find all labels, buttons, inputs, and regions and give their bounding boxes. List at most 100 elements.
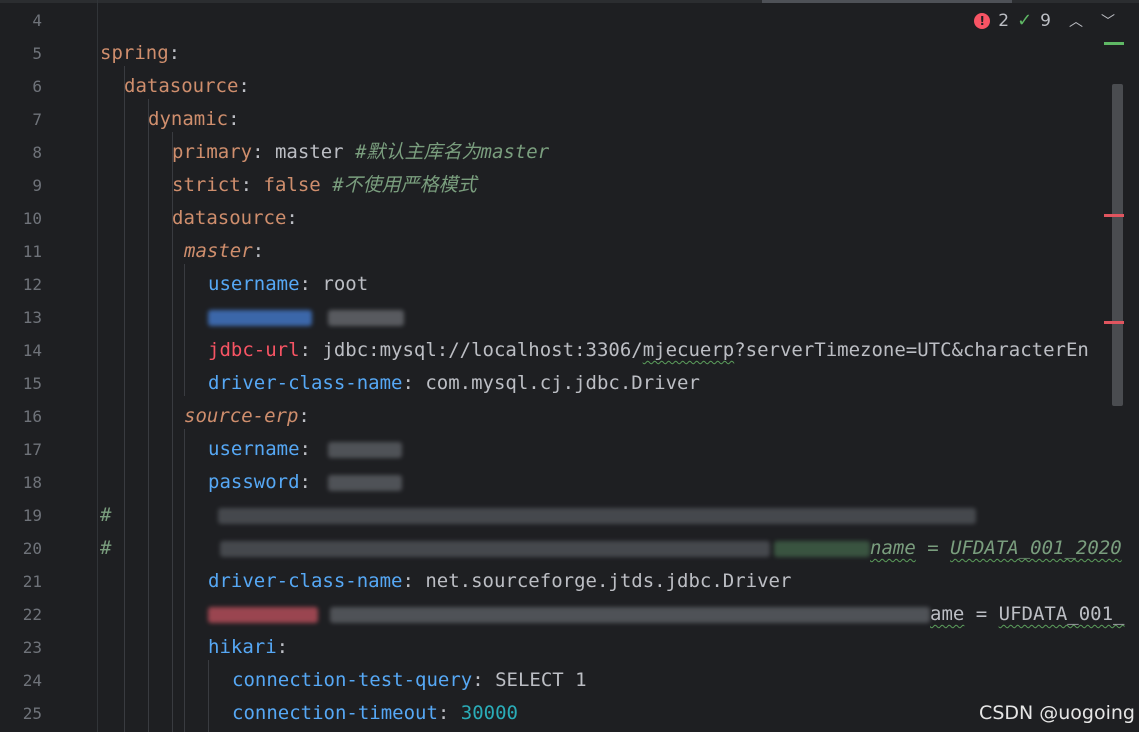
yaml-value: ?serverTimezone=UTC&characterEn: [734, 339, 1089, 361]
code-line[interactable]: 23 hikari:: [0, 631, 1139, 664]
yaml-key: jdbc-url: [208, 339, 300, 361]
yaml-key: datasource: [124, 75, 239, 97]
double-check-icon: ✓: [1017, 10, 1033, 31]
scrollbar-ok-marker: [1104, 42, 1124, 45]
yaml-line: hikari:: [208, 631, 288, 664]
yaml-line: password:: [208, 466, 322, 499]
line-number: 16: [22, 407, 42, 426]
comment-tail: name = UFDATA_001_2020: [870, 537, 1122, 559]
yaml-line: driver-class-name: com.mysql.cj.jdbc.Dri…: [208, 367, 700, 400]
line-number: 12: [22, 275, 42, 294]
yaml-colon: :: [252, 141, 275, 163]
code-line[interactable]: 17 username:: [0, 433, 1139, 466]
scrollbar-error-marker[interactable]: [1104, 321, 1124, 324]
yaml-comment: #默认主库名为master: [355, 141, 550, 163]
yaml-colon: :: [298, 405, 310, 427]
yaml-key: username: [208, 438, 300, 460]
line-number: 18: [22, 473, 42, 492]
line-number: 10: [22, 209, 42, 228]
yaml-key: hikari: [208, 636, 277, 658]
yaml-colon: :: [299, 438, 323, 460]
line-number: 15: [22, 374, 42, 393]
redacted-comment: [218, 508, 976, 524]
code-line[interactable]: 10 datasource:: [0, 202, 1139, 235]
yaml-colon: :: [286, 207, 298, 229]
yaml-key: strict: [172, 174, 241, 196]
vertical-scroll-thumb[interactable]: [1112, 84, 1123, 406]
yaml-colon: :: [299, 273, 323, 295]
code-line[interactable]: 8 primary: master #默认主库名为master: [0, 136, 1139, 169]
code-line[interactable]: 4: [0, 4, 1139, 37]
yaml-line: primary: master #默认主库名为master: [172, 136, 549, 169]
redacted-key: [208, 607, 318, 623]
code-line[interactable]: 7 dynamic:: [0, 103, 1139, 136]
code-line[interactable]: 18 password:: [0, 466, 1139, 499]
line-number: 24: [22, 671, 42, 690]
yaml-value: root: [322, 273, 369, 295]
line-number: 23: [22, 638, 42, 657]
line-number: 6: [32, 77, 42, 96]
code-line[interactable]: 15 driver-class-name: com.mysql.cj.jdbc.…: [0, 367, 1139, 400]
horizontal-scroll-thumb[interactable]: [762, 0, 1012, 3]
code-line[interactable]: 12 username: root: [0, 268, 1139, 301]
yaml-value: false: [263, 174, 321, 196]
code-line[interactable]: 16 source-erp:: [0, 400, 1139, 433]
line-number: 9: [32, 176, 42, 195]
error-count: 2: [998, 10, 1010, 31]
yaml-line: datasource:: [172, 202, 298, 235]
line-number: 25: [22, 704, 42, 723]
line-number: 4: [32, 11, 42, 30]
yaml-colon: :: [276, 636, 289, 658]
comment-marker: #: [100, 537, 112, 559]
yaml-value: net.sourceforge.jtds.jdbc.Driver: [425, 570, 792, 592]
yaml-key: dynamic: [148, 108, 229, 130]
line-number: 13: [22, 308, 42, 327]
error-circle-icon: !: [974, 12, 991, 29]
yaml-key: password: [208, 471, 300, 493]
scrollbar-error-marker[interactable]: [1104, 214, 1124, 217]
yaml-key: driver-class-name: [208, 570, 403, 592]
chevron-down-icon[interactable]: ﹀: [1101, 11, 1115, 31]
yaml-key: source-erp: [184, 405, 299, 427]
code-line[interactable]: 6 datasource:: [0, 70, 1139, 103]
yaml-colon: :: [402, 372, 426, 394]
code-line[interactable]: 9 strict: false #不使用严格模式: [0, 169, 1139, 202]
line-number: 7: [32, 110, 42, 129]
line-number: 17: [22, 440, 42, 459]
code-line[interactable]: 14 jdbc-url: jdbc:mysql://localhost:3306…: [0, 334, 1139, 367]
yaml-colon: :: [228, 108, 240, 130]
yaml-line: strict: false #不使用严格模式: [172, 169, 477, 202]
yaml-value: SELECT 1: [495, 669, 587, 691]
code-line[interactable]: 11 master:: [0, 235, 1139, 268]
yaml-line: connection-timeout: 30000: [232, 697, 518, 730]
code-line[interactable]: 21 driver-class-name: net.sourceforge.jt…: [0, 565, 1139, 598]
code-line[interactable]: 13: [0, 301, 1139, 334]
yaml-line: dynamic:: [148, 103, 240, 136]
yaml-colon: :: [437, 702, 461, 724]
code-line[interactable]: 19 #: [0, 499, 1139, 532]
value-tail: ame = UFDATA_001_: [930, 603, 1125, 625]
yaml-key: datasource: [172, 207, 287, 229]
code-line[interactable]: 5 spring:: [0, 37, 1139, 70]
yaml-colon: :: [238, 75, 250, 97]
yaml-colon: :: [299, 339, 323, 361]
yaml-value-typo: mjecuerp: [642, 339, 735, 361]
yaml-line: master:: [184, 235, 264, 268]
line-number: 20: [22, 539, 42, 558]
yaml-colon: :: [252, 240, 265, 262]
code-line[interactable]: 20 # name = UFDATA_001_2020: [0, 532, 1139, 565]
yaml-key: connection-test-query: [232, 669, 473, 691]
code-line[interactable]: 25 connection-timeout: 30000: [0, 697, 1139, 730]
chevron-up-icon[interactable]: ︿: [1069, 11, 1083, 31]
yaml-line: jdbc-url: jdbc:mysql://localhost:3306/mj…: [208, 334, 1089, 367]
line-number: 19: [22, 506, 42, 525]
comment-marker: #: [100, 504, 112, 526]
redacted-key: [208, 310, 312, 326]
line-number: 8: [32, 143, 42, 162]
code-line[interactable]: 22 ame = UFDATA_001_: [0, 598, 1139, 631]
code-line[interactable]: 24 connection-test-query: SELECT 1: [0, 664, 1139, 697]
yaml-value: jdbc:mysql://localhost:3306/: [322, 339, 643, 361]
inspection-widget[interactable]: ! 2 ✓ 9 ︿ ﹀: [974, 10, 1115, 31]
yaml-value: com.mysql.cj.jdbc.Driver: [425, 372, 700, 394]
warning-count: 9: [1040, 10, 1051, 31]
